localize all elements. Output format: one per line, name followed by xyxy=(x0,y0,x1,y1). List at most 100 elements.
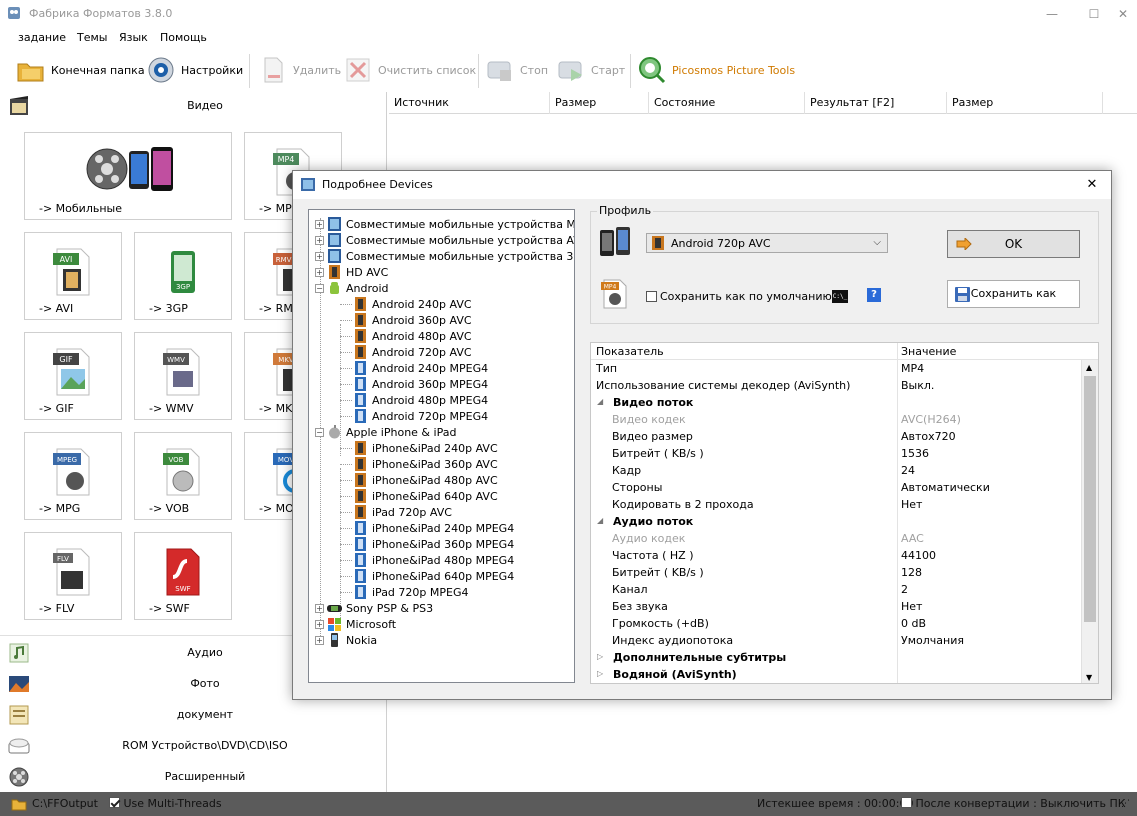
column-size[interactable]: Размер xyxy=(550,92,649,114)
collapse-icon[interactable]: ◢ xyxy=(597,516,603,525)
tile-swf[interactable]: SWF -> SWF xyxy=(134,532,232,620)
expand-icon[interactable]: + xyxy=(315,603,324,613)
category-advanced[interactable]: Расширенный xyxy=(0,763,387,792)
tree-node[interactable]: + Sony PSP & PS3 xyxy=(315,600,433,616)
profile-dropdown[interactable]: Android 720p AVC ⌵ xyxy=(646,233,888,253)
tree-node[interactable]: Android 720p AVC xyxy=(353,344,472,360)
delete-button[interactable]: Удалить xyxy=(258,52,341,88)
property-row[interactable]: Стороны Автоматически xyxy=(591,479,1083,496)
settings-button[interactable]: Настройки xyxy=(146,52,243,88)
tree-node[interactable]: − Apple iPhone & iPad xyxy=(315,424,456,440)
tree-node[interactable]: iPhone&iPad 480p AVC xyxy=(353,472,498,488)
category-document[interactable]: документ xyxy=(0,701,387,730)
tree-node[interactable]: iPhone&iPad 640p MPEG4 xyxy=(353,568,514,584)
clear-list-button[interactable]: Очистить список xyxy=(343,52,476,88)
maximize-button[interactable]: ☐ xyxy=(1083,4,1105,24)
tree-node[interactable]: iPhone&iPad 480p MPEG4 xyxy=(353,552,514,568)
property-row[interactable]: Видео кодек AVC(H264) xyxy=(591,411,1083,428)
property-section[interactable]: ▷ Дополнительные субтитры xyxy=(591,649,1083,666)
tree-node[interactable]: + Nokia xyxy=(315,632,377,648)
expand-icon[interactable]: ▷ xyxy=(597,652,603,661)
scroll-down-icon[interactable]: ▼ xyxy=(1086,673,1092,682)
dest-folder-button[interactable]: Конечная папка xyxy=(16,52,145,88)
property-row[interactable]: Канал 2 xyxy=(591,581,1083,598)
tree-node[interactable]: iPad 720p AVC xyxy=(353,504,452,520)
property-row[interactable]: Битрейт ( KB/s ) 1536 xyxy=(591,445,1083,462)
scroll-up-icon[interactable]: ▲ xyxy=(1086,363,1092,372)
tree-node[interactable]: Android 240p MPEG4 xyxy=(353,360,488,376)
property-row[interactable]: Частота ( HZ ) 44100 xyxy=(591,547,1083,564)
tile-gif[interactable]: GIF -> GIF xyxy=(24,332,122,420)
tile-3gp[interactable]: 3GP -> 3GP xyxy=(134,232,232,320)
property-row[interactable]: Без звука Нет xyxy=(591,598,1083,615)
category-video[interactable]: Видео xyxy=(0,92,387,121)
multithreads-checkbox[interactable]: Use Multi-Threads xyxy=(109,797,222,810)
expand-icon[interactable]: ▷ xyxy=(597,669,603,678)
column-source[interactable]: Источник xyxy=(389,92,550,114)
output-path[interactable]: C:\FFOutput xyxy=(32,797,98,810)
expand-icon[interactable]: + xyxy=(315,267,324,277)
tile-mpg[interactable]: MPEG -> MPG xyxy=(24,432,122,520)
tree-node[interactable]: Android 360p AVC xyxy=(353,312,472,328)
collapse-icon[interactable]: − xyxy=(315,283,324,293)
stop-button[interactable]: Стоп xyxy=(485,52,548,88)
device-tree[interactable]: + Совместимые мобильные устройства MP4 + Со… xyxy=(308,209,575,683)
collapse-icon[interactable]: ◢ xyxy=(597,397,603,406)
property-row[interactable]: Аудио кодек AAC xyxy=(591,530,1083,547)
help-icon[interactable]: ? xyxy=(867,288,881,302)
tree-node[interactable]: iPhone&iPad 640p AVC xyxy=(353,488,498,504)
tree-node[interactable]: Android 480p AVC xyxy=(353,328,472,344)
tree-node[interactable]: + Microsoft xyxy=(315,616,396,632)
tree-node[interactable]: Android 480p MPEG4 xyxy=(353,392,488,408)
start-button[interactable]: Старт xyxy=(556,52,625,88)
property-section[interactable]: ▷ Водяной (AviSynth) xyxy=(591,666,1083,683)
save-as-button[interactable]: Сохранить как xyxy=(947,280,1080,308)
property-section[interactable]: ◢ Видео поток xyxy=(591,394,1083,411)
menu-themes[interactable]: Темы xyxy=(77,31,107,44)
property-row[interactable]: Битрейт ( KB/s ) 128 xyxy=(591,564,1083,581)
close-button[interactable]: ✕ xyxy=(1112,4,1134,24)
expand-icon[interactable]: + xyxy=(315,235,324,245)
category-rom-device[interactable]: ROM Устройство\DVD\CD\ISO xyxy=(0,732,387,761)
menu-task[interactable]: задание xyxy=(18,31,66,44)
tree-node[interactable]: Android 360p MPEG4 xyxy=(353,376,488,392)
tree-node[interactable]: Android 240p AVC xyxy=(353,296,472,312)
property-section[interactable]: ◢ Аудио поток xyxy=(591,513,1083,530)
expand-icon[interactable]: + xyxy=(315,619,324,629)
scrollbar-thumb[interactable] xyxy=(1084,376,1096,622)
after-convert-checkbox[interactable]: После конвертации : Выключить ПК xyxy=(901,797,1126,810)
save-default-checkbox[interactable]: Сохранить как по умолчанию xyxy=(646,290,832,303)
tree-node[interactable]: iPad 720p MPEG4 xyxy=(353,584,469,600)
tree-node[interactable]: iPhone&iPad 360p MPEG4 xyxy=(353,536,514,552)
tree-node[interactable]: iPhone&iPad 240p MPEG4 xyxy=(353,520,514,536)
properties-scrollbar[interactable]: ▲ ▼ xyxy=(1081,360,1098,683)
tree-node[interactable]: iPhone&iPad 360p AVC xyxy=(353,456,498,472)
menu-help[interactable]: Помощь xyxy=(160,31,207,44)
property-row[interactable]: Кодировать в 2 прохода Нет xyxy=(591,496,1083,513)
tile-avi[interactable]: AVI -> AVI xyxy=(24,232,122,320)
menu-language[interactable]: Язык xyxy=(119,31,148,44)
tile-vob[interactable]: VOB -> VOB xyxy=(134,432,232,520)
properties-grid[interactable]: Показатель Значение Тип MP4 Использование … xyxy=(590,342,1099,684)
tree-node[interactable]: Android 720p MPEG4 xyxy=(353,408,488,424)
tile-wmv[interactable]: WMV -> WMV xyxy=(134,332,232,420)
property-row[interactable]: Громкость (+dB) 0 dB xyxy=(591,615,1083,632)
property-row[interactable]: Индекс аудиопотока Умолчания xyxy=(591,632,1083,649)
expand-icon[interactable]: + xyxy=(315,635,324,645)
tree-node[interactable]: + Совместимые мобильные устройства MP4 xyxy=(315,216,574,232)
expand-icon[interactable]: + xyxy=(315,219,324,229)
property-row[interactable]: Видео размер Автох720 xyxy=(591,428,1083,445)
collapse-icon[interactable]: − xyxy=(315,427,324,437)
resize-grip-icon[interactable]: ⋰ xyxy=(1121,799,1130,809)
expand-icon[interactable]: + xyxy=(315,251,324,261)
tree-node[interactable]: + HD AVC xyxy=(315,264,388,280)
picosmos-button[interactable]: Picosmos Picture Tools xyxy=(637,52,795,88)
tile-flv[interactable]: FLV -> FLV xyxy=(24,532,122,620)
property-row[interactable]: Кадр 24 xyxy=(591,462,1083,479)
command-line-icon[interactable]: C:\_ xyxy=(832,290,848,303)
tile-mobile[interactable]: -> Мобильные xyxy=(24,132,232,220)
property-row[interactable]: Тип MP4 xyxy=(591,360,1083,377)
ok-button[interactable]: OK xyxy=(947,230,1080,258)
tree-node[interactable]: − Android xyxy=(315,280,389,296)
minimize-button[interactable]: — xyxy=(1041,4,1063,24)
